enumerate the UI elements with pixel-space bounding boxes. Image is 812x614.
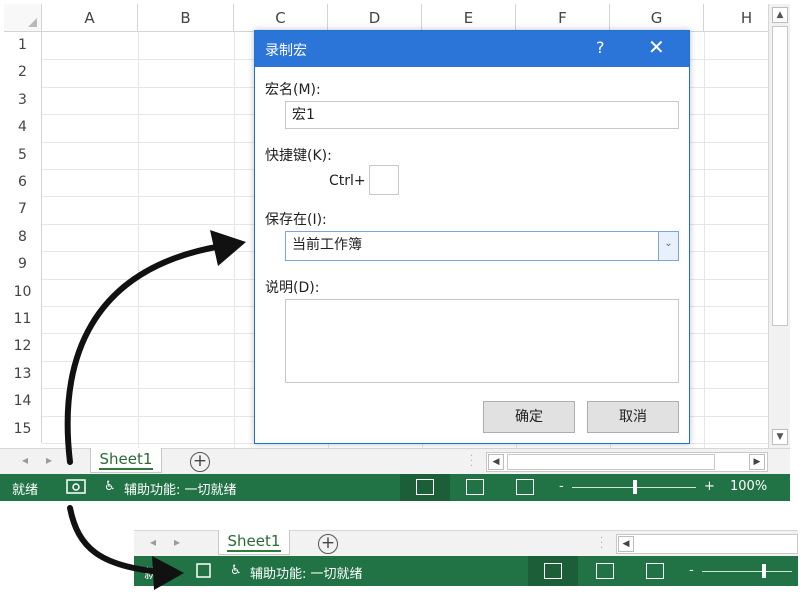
- row-header-12[interactable]: 12: [4, 333, 42, 361]
- macro-record-icon[interactable]: [66, 478, 86, 500]
- scroll-down-icon[interactable]: ▼: [772, 429, 788, 445]
- column-header-a[interactable]: A: [42, 4, 138, 32]
- add-sheet-button[interactable]: +: [190, 452, 210, 472]
- close-icon[interactable]: ✕: [648, 35, 665, 59]
- cancel-button[interactable]: 取消: [587, 401, 679, 433]
- row-header-14[interactable]: 14: [4, 388, 42, 416]
- sheet-tab-label: Sheet1: [227, 532, 281, 550]
- normal-view-icon: [544, 563, 562, 579]
- grid-line: [138, 32, 139, 448]
- horizontal-scroll-thumb[interactable]: [507, 454, 715, 470]
- macro-name-field[interactable]: 宏1: [285, 101, 679, 129]
- zoom-slider-thumb[interactable]: [633, 480, 637, 494]
- grid-line: [234, 32, 235, 448]
- row-header-5[interactable]: 5: [4, 141, 42, 169]
- description-textarea[interactable]: [285, 299, 679, 383]
- ctrl-prefix: Ctrl+: [329, 173, 366, 189]
- row-header-10[interactable]: 10: [4, 278, 42, 306]
- store-in-select[interactable]: 当前工作簿 ⌄: [285, 231, 679, 261]
- vertical-scroll-thumb[interactable]: [772, 26, 788, 326]
- page-layout-view-icon[interactable]: [466, 479, 484, 495]
- chevron-down-icon[interactable]: ⌄: [658, 232, 678, 260]
- zoom-slider-track[interactable]: [702, 571, 792, 572]
- column-header-b[interactable]: B: [138, 4, 234, 32]
- normal-view-button[interactable]: [528, 556, 578, 586]
- tab-splitter-handle[interactable]: · · ·: [470, 452, 473, 472]
- horizontal-scrollbar[interactable]: ◀: [616, 534, 798, 554]
- sheet-tab-label: Sheet1: [99, 450, 153, 468]
- accessibility-status[interactable]: 辅助功能: 一切就绪: [250, 563, 363, 582]
- vertical-scrollbar[interactable]: ▲ ▼: [768, 4, 790, 448]
- tab-scroll-left-icon[interactable]: ◂: [22, 453, 28, 467]
- row-header-1[interactable]: 1: [4, 32, 42, 60]
- column-header-f[interactable]: F: [516, 4, 610, 32]
- column-header-g[interactable]: G: [610, 4, 704, 32]
- column-header-h[interactable]: H: [704, 4, 768, 32]
- normal-view-icon: [416, 479, 434, 495]
- zoom-level[interactable]: 100%: [730, 479, 767, 494]
- accessibility-icon: ♿: [104, 479, 116, 494]
- tab-scroll-right-icon[interactable]: ▸: [46, 453, 52, 467]
- horizontal-scrollbar[interactable]: ◀ ▶: [486, 452, 768, 472]
- row-header-7[interactable]: 7: [4, 196, 42, 224]
- status-ready: 就绪: [12, 483, 39, 498]
- macro-record-placeholder-icon[interactable]: [196, 563, 212, 583]
- store-in-label: 保存在(I):: [265, 212, 327, 228]
- shortcut-label: 快捷键(K):: [265, 148, 332, 164]
- page-break-preview-icon[interactable]: [516, 479, 534, 495]
- tab-scroll-right-icon[interactable]: ▸: [174, 535, 180, 549]
- status-bar-copy: 就绪 ♿ 辅助功能: 一切就绪 -: [134, 556, 798, 586]
- row-header-9[interactable]: 9: [4, 251, 42, 279]
- add-sheet-button[interactable]: +: [318, 534, 338, 554]
- sheet-tab-bar: ◂ ▸ Sheet1 + · · · ◀ ▶: [0, 448, 790, 474]
- tab-scroll-left-icon[interactable]: ◂: [150, 535, 156, 549]
- accessibility-status[interactable]: 辅助功能: 一切就绪: [124, 479, 237, 498]
- dialog-title: 录制宏: [265, 43, 307, 59]
- store-in-value: 当前工作簿: [292, 237, 362, 253]
- row-header-11[interactable]: 11: [4, 306, 42, 334]
- select-all-corner[interactable]: [4, 4, 42, 32]
- tab-splitter-handle[interactable]: · · ·: [600, 534, 603, 554]
- sheet-tab-bar-copy: ◂ ▸ Sheet1 + · · · ◀: [134, 530, 798, 556]
- row-header-8[interactable]: 8: [4, 223, 42, 252]
- status-ready: 就绪: [144, 567, 171, 582]
- row-header-4[interactable]: 4: [4, 114, 42, 142]
- page-break-preview-icon[interactable]: [646, 563, 664, 579]
- row-header-6[interactable]: 6: [4, 169, 42, 197]
- scroll-up-icon[interactable]: ▲: [772, 7, 788, 23]
- row-header-2[interactable]: 2: [4, 59, 42, 87]
- column-header-d[interactable]: D: [328, 4, 422, 32]
- description-label: 说明(D):: [265, 280, 320, 296]
- tab-sheet1-copy[interactable]: Sheet1: [218, 530, 290, 555]
- column-header-e[interactable]: E: [422, 4, 516, 32]
- shortcut-key-field[interactable]: [369, 165, 399, 195]
- page-layout-view-icon[interactable]: [596, 563, 614, 579]
- macro-name-label: 宏名(M):: [265, 82, 321, 98]
- row-header-13[interactable]: 13: [4, 360, 42, 389]
- scroll-left-icon[interactable]: ◀: [488, 454, 504, 470]
- row-header-3[interactable]: 3: [4, 86, 42, 115]
- active-tab-underline: [99, 468, 153, 470]
- accessibility-icon: ♿: [230, 563, 242, 578]
- column-header-c[interactable]: C: [234, 4, 328, 32]
- record-macro-dialog: 录制宏 ? ✕ 宏名(M): 宏1 快捷键(K): Ctrl+ 保存在(I): …: [254, 30, 690, 444]
- dialog-title-bar[interactable]: 录制宏 ? ✕: [255, 31, 689, 67]
- scroll-right-icon[interactable]: ▶: [749, 454, 765, 470]
- zoom-slider-thumb[interactable]: [762, 564, 766, 578]
- status-bar: 就绪 ♿ 辅助功能: 一切就绪 - + 100%: [0, 474, 790, 501]
- grid-line: [704, 32, 705, 448]
- help-button[interactable]: ?: [596, 38, 605, 57]
- tab-sheet1[interactable]: Sheet1: [90, 448, 162, 473]
- zoom-out-button[interactable]: -: [689, 563, 694, 578]
- scroll-left-icon[interactable]: ◀: [618, 536, 634, 552]
- row-header-15[interactable]: 15: [4, 415, 42, 443]
- normal-view-button[interactable]: [400, 474, 450, 501]
- ok-button[interactable]: 确定: [483, 401, 575, 433]
- zoom-out-button[interactable]: -: [559, 479, 564, 494]
- zoom-in-button[interactable]: +: [704, 479, 715, 494]
- active-tab-underline: [227, 550, 281, 552]
